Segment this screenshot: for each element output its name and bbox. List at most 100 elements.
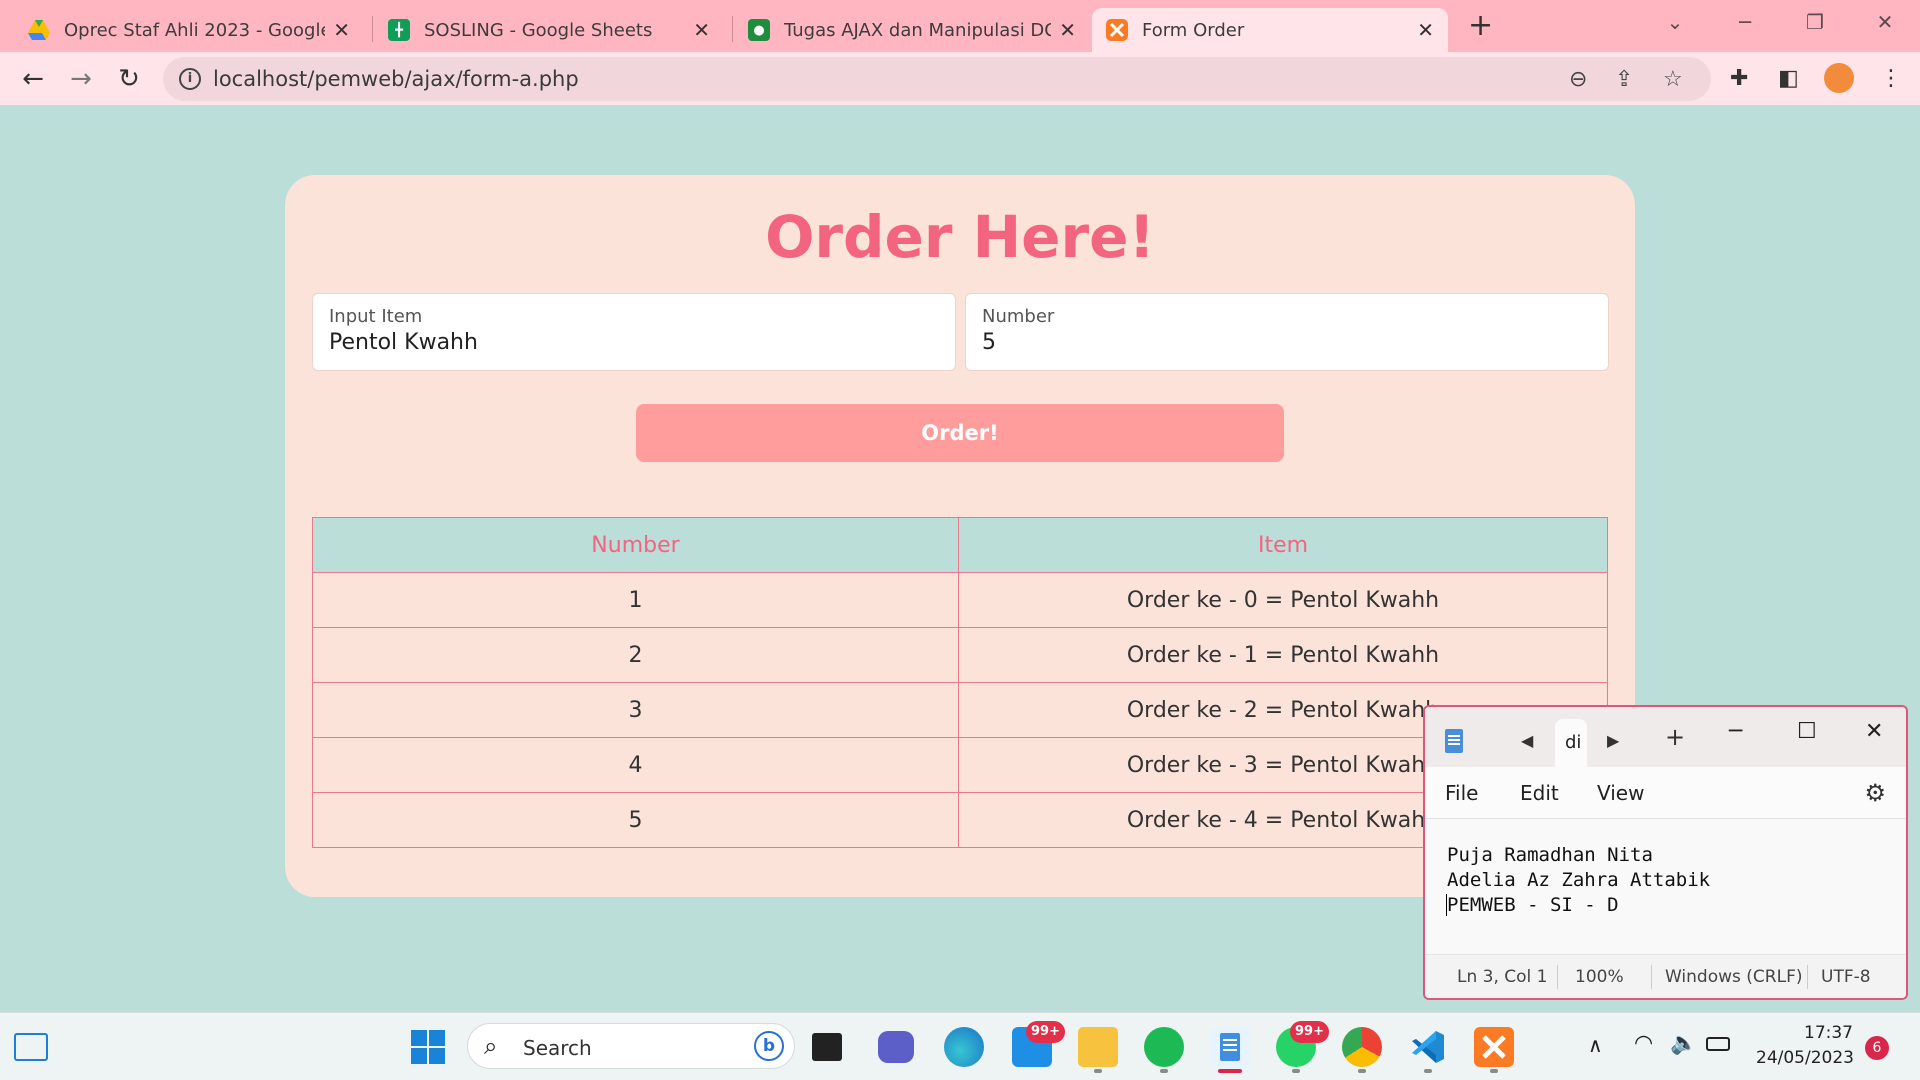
tab-scroll-left-icon[interactable]: ◀ (1521, 731, 1533, 750)
bookmark-star-icon[interactable]: ☆ (1663, 67, 1683, 92)
edge-icon[interactable] (944, 1027, 984, 1067)
table-row: 2 Order ke - 1 = Pentol Kwahh (312, 627, 1608, 683)
text-caret (1446, 894, 1447, 916)
tab-google-classroom[interactable]: ● Tugas AJAX dan Manipulasi DOM ✕ (734, 8, 1090, 52)
spotify-icon[interactable] (1144, 1027, 1184, 1067)
table-header-row: Number Item (312, 517, 1608, 573)
number-field[interactable]: Number (965, 293, 1609, 371)
clock-date[interactable]: 24/05/2023 (1756, 1048, 1854, 1068)
teams-chat-icon[interactable] (878, 1031, 914, 1063)
tab-scroll-right-icon[interactable]: ▶ (1607, 731, 1619, 750)
notepad-menubar: File Edit View ⚙ (1425, 767, 1906, 819)
header-number: Number (312, 517, 959, 573)
close-window-button[interactable]: ✕ (1850, 0, 1920, 44)
tab-search-icon[interactable]: ⌄ (1640, 0, 1710, 44)
tab-google-sheets[interactable]: ╋ SOSLING - Google Sheets ✕ (374, 8, 724, 52)
clock-time[interactable]: 17:37 (1804, 1023, 1853, 1043)
search-placeholder: Search (523, 1036, 592, 1060)
address-bar[interactable]: i localhost/pemweb/ajax/form-a.php ⊖ ⇪ ☆ (163, 57, 1711, 101)
notification-count-badge[interactable]: 6 (1865, 1036, 1889, 1060)
whatsapp-badge: 99+ (1290, 1021, 1329, 1043)
status-zoom: 100% (1575, 967, 1624, 987)
tab-google-drive[interactable]: Oprec Staf Ahli 2023 - Google Dr ✕ (14, 8, 364, 52)
url-text: localhost/pemweb/ajax/form-a.php (213, 67, 579, 91)
mail-badge: 99+ (1026, 1021, 1065, 1043)
wifi-icon[interactable]: ◠ (1634, 1031, 1653, 1056)
order-button[interactable]: Order! (636, 404, 1284, 462)
task-view-icon[interactable] (812, 1033, 842, 1061)
notepad-statusbar: Ln 3, Col 1 100% Windows (CRLF) UTF-8 (1425, 954, 1906, 998)
close-icon[interactable]: ✕ (693, 18, 710, 42)
row-number: 3 (312, 682, 959, 738)
running-indicator (1358, 1069, 1366, 1073)
mail-icon[interactable]: 99+ (1012, 1021, 1065, 1067)
status-separator (1557, 965, 1558, 989)
reload-button[interactable]: ↻ (112, 62, 146, 96)
minimize-button[interactable]: ─ (1710, 0, 1780, 44)
notepad-maximize-button[interactable]: ☐ (1797, 719, 1817, 744)
close-icon[interactable]: ✕ (1417, 18, 1434, 42)
running-indicator (1490, 1069, 1498, 1073)
chrome-icon[interactable] (1342, 1027, 1382, 1067)
new-tab-button[interactable]: + (1468, 8, 1493, 43)
number-input[interactable] (982, 330, 1582, 355)
restore-button[interactable]: ❐ (1780, 0, 1850, 44)
side-panel-icon[interactable]: ◧ (1778, 66, 1799, 91)
show-hidden-icons-chevron-icon[interactable]: ∧ (1588, 1033, 1603, 1057)
table-row: 3 Order ke - 2 = Pentol Kwahh (312, 682, 1608, 738)
menu-kebab-icon[interactable]: ⋮ (1880, 66, 1902, 91)
settings-gear-icon[interactable]: ⚙ (1864, 779, 1886, 807)
extensions-icon[interactable]: ✚ (1730, 66, 1748, 91)
file-explorer-icon[interactable] (1078, 1027, 1118, 1067)
tab-separator (372, 16, 373, 42)
menu-file[interactable]: File (1445, 781, 1478, 805)
row-number: 2 (312, 627, 959, 683)
text-line: PEMWEB - SI - D (1447, 894, 1619, 916)
share-icon[interactable]: ⇪ (1615, 67, 1633, 92)
running-indicator (1424, 1069, 1432, 1073)
back-button[interactable]: ← (16, 62, 50, 96)
bing-icon[interactable]: b (754, 1031, 784, 1061)
tab-separator (732, 16, 733, 42)
site-info-icon[interactable]: i (179, 68, 201, 90)
menu-edit[interactable]: Edit (1520, 781, 1559, 805)
taskbar-search[interactable]: ⌕ Search b (467, 1023, 795, 1069)
whatsapp-icon[interactable]: 99+ (1276, 1021, 1329, 1067)
running-indicator (1094, 1069, 1102, 1073)
status-position: Ln 3, Col 1 (1457, 967, 1548, 987)
google-drive-icon (28, 19, 50, 41)
running-indicator (1292, 1069, 1300, 1073)
close-icon[interactable]: ✕ (1059, 18, 1076, 42)
notepad-tab[interactable]: di (1555, 719, 1587, 767)
page-title: Order Here! (765, 203, 1155, 271)
notepad-minimize-button[interactable]: ─ (1729, 719, 1742, 744)
battery-icon[interactable] (1706, 1037, 1730, 1051)
input-item-field[interactable]: Input Item (312, 293, 956, 371)
input-item-label: Input Item (329, 306, 423, 327)
notepad-text-area[interactable]: Puja Ramadhan Nita Adelia Az Zahra Attab… (1447, 843, 1710, 918)
tab-title: Tugas AJAX dan Manipulasi DOM (784, 19, 1052, 41)
tab-form-order[interactable]: Form Order ✕ (1092, 8, 1448, 52)
table-row: 5 Order ke - 4 = Pentol Kwahh (312, 792, 1608, 848)
google-sheets-icon: ╋ (388, 19, 410, 41)
forward-button[interactable]: → (64, 62, 98, 96)
zoom-out-icon[interactable]: ⊖ (1569, 67, 1587, 92)
start-button[interactable] (410, 1029, 446, 1065)
xampp-taskbar-icon[interactable] (1474, 1027, 1514, 1067)
volume-icon[interactable]: 🔈 (1670, 1031, 1697, 1056)
vscode-icon[interactable] (1408, 1027, 1448, 1067)
input-item-input[interactable] (329, 330, 929, 355)
browser-window-controls: ⌄ ─ ❐ ✕ (1640, 0, 1920, 44)
notepad-window: ◀ di ▶ + ─ ☐ ✕ File Edit View ⚙ Puja Ram… (1423, 705, 1908, 1000)
text-line: Adelia Az Zahra Attabik (1447, 869, 1711, 891)
notepad-new-tab-button[interactable]: + (1665, 723, 1685, 751)
status-separator (1651, 965, 1652, 989)
widgets-icon[interactable] (14, 1033, 48, 1061)
tab-title: Form Order (1142, 19, 1245, 41)
tab-title: Oprec Staf Ahli 2023 - Google Dr (64, 19, 326, 41)
profile-avatar[interactable] (1824, 63, 1854, 93)
menu-view[interactable]: View (1597, 781, 1644, 805)
close-icon[interactable]: ✕ (333, 18, 350, 42)
notepad-taskbar-icon[interactable] (1210, 1027, 1250, 1067)
notepad-close-button[interactable]: ✕ (1865, 719, 1883, 744)
